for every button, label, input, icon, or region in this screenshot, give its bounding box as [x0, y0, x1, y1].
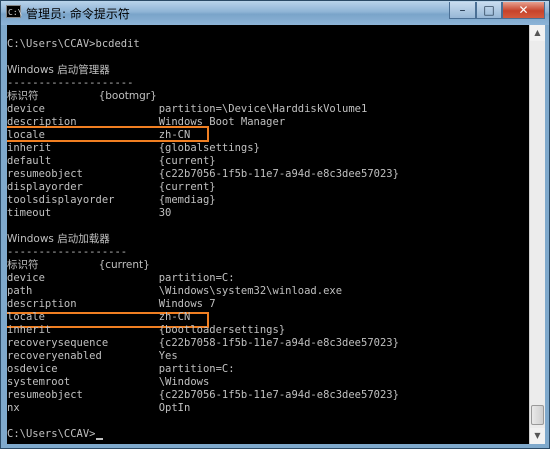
- console-line: resumeobject {c22b7056-1f5b-11e7-a94d-e8…: [7, 168, 399, 180]
- console-line: recoveryenabled Yes: [7, 350, 178, 362]
- console-line: inherit {globalsettings}: [7, 142, 260, 154]
- vertical-scrollbar[interactable]: ▲ ▼: [529, 25, 545, 444]
- cmd-icon[interactable]: C:\: [6, 5, 22, 18]
- title-bar[interactable]: C:\ 管理员: 命令提示符 – □ ✕: [1, 1, 549, 25]
- console-line: C:\Users\CCAV>bcdedit: [7, 38, 140, 50]
- console-line: C:\Users\CCAV>: [7, 428, 103, 441]
- console-line: -------------------: [7, 246, 128, 258]
- console-line: inherit {bootloadersettings}: [7, 324, 286, 336]
- maximize-button[interactable]: □: [476, 2, 502, 19]
- scroll-up-icon[interactable]: ▲: [530, 25, 545, 41]
- console-line: osdevice partition=C:: [7, 363, 235, 375]
- console-line: timeout 30: [7, 207, 172, 219]
- console-output[interactable]: C:\Users\CCAV>bcdedit Windows 启动管理器 ------…: [7, 25, 529, 444]
- console-line: default {current}: [7, 155, 216, 167]
- text-cursor: [95, 438, 103, 440]
- console-line: description Windows Boot Manager: [7, 116, 286, 128]
- scroll-down-icon[interactable]: ▼: [530, 428, 545, 444]
- console-line: displayorder {current}: [7, 181, 216, 193]
- console-line: locale zh-CN: [7, 129, 191, 141]
- console-line: systemroot \Windows: [7, 376, 210, 388]
- console-line: recoverysequence {c22b7058-1f5b-11e7-a94…: [7, 337, 399, 349]
- console-line: Windows 启动管理器: [7, 64, 110, 76]
- console-line: locale zh-CN: [7, 311, 191, 323]
- console-line: --------------------: [7, 77, 134, 89]
- minimize-button[interactable]: –: [449, 2, 476, 19]
- console-line: path \Windows\system32\winload.exe: [7, 285, 343, 297]
- console-line: description Windows 7: [7, 298, 216, 310]
- console-line: 标识符 {current}: [7, 259, 150, 271]
- console-line: toolsdisplayorder {memdiag}: [7, 194, 216, 206]
- console-line: 标识符 {bootmgr}: [7, 90, 157, 102]
- scrollbar-thumb[interactable]: [531, 405, 544, 425]
- close-button[interactable]: ✕: [502, 2, 545, 19]
- window-title: 管理员: 命令提示符: [26, 7, 130, 21]
- console-line: Windows 启动加载器: [7, 233, 110, 245]
- console-line: resumeobject {c22b7056-1f5b-11e7-a94d-e8…: [7, 389, 399, 401]
- console-line: nx OptIn: [7, 402, 191, 414]
- console-line: device partition=C:: [7, 272, 235, 284]
- console-line: device partition=\Device\HarddiskVolume1: [7, 103, 368, 115]
- cmd-window: C:\ 管理员: 命令提示符 – □ ✕ C:\Users\CCAV>bcded…: [0, 0, 550, 449]
